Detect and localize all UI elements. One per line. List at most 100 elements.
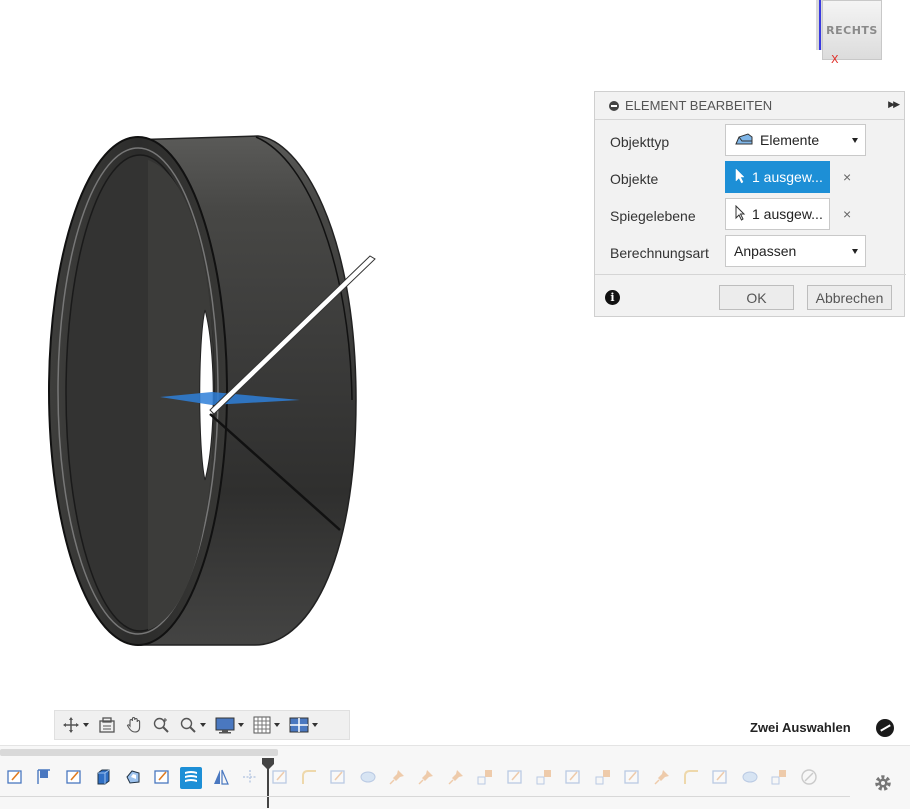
label-mirror-plane: Spiegelebene <box>610 208 696 224</box>
objects-selection[interactable]: 1 ausgew... <box>725 161 830 193</box>
chevron-down-icon <box>238 723 244 727</box>
grid-icon <box>253 716 271 734</box>
look-at-button[interactable] <box>95 714 119 736</box>
display-settings-button[interactable] <box>212 714 247 736</box>
joint-icon <box>476 768 494 789</box>
object-type-value: Elemente <box>760 132 820 148</box>
sketch-icon <box>153 768 171 789</box>
timeline-item[interactable] <box>4 767 26 789</box>
grid-button[interactable] <box>250 714 283 736</box>
timeline-item[interactable] <box>327 767 349 789</box>
fit-icon <box>180 717 196 733</box>
timeline-item[interactable] <box>768 767 790 789</box>
pan-icon <box>126 716 141 733</box>
label-object-type: Objekttyp <box>610 134 670 150</box>
sketch-icon <box>329 768 347 789</box>
gear-icon[interactable] <box>872 772 894 794</box>
timeline-item[interactable] <box>504 767 526 789</box>
label-objects: Objekte <box>610 171 659 187</box>
viewcube[interactable]: RECHTS X <box>812 0 892 68</box>
pin-icon <box>417 768 435 789</box>
sketch-icon <box>6 768 24 789</box>
selection-filter-icon[interactable] <box>876 719 894 737</box>
timeline-item[interactable] <box>709 767 731 789</box>
x-axis-label: X <box>831 53 839 66</box>
chevron-down-icon <box>83 723 89 727</box>
selection-status: Zwei Auswahlen <box>750 720 851 735</box>
timeline-item[interactable] <box>562 767 584 789</box>
expand-icon[interactable]: ▶▶ <box>888 99 900 110</box>
timeline-item[interactable] <box>63 767 85 789</box>
timeline-item[interactable] <box>474 767 496 789</box>
row-object-type: Objekttyp Elemente <box>595 124 906 160</box>
mirror-dialog: ELEMENT BEARBEITEN ▶▶ Objekttyp Elemente… <box>594 91 906 318</box>
fit-button[interactable] <box>176 714 209 736</box>
joint-icon <box>770 768 788 789</box>
timeline-item[interactable] <box>445 767 467 789</box>
chevron-down-icon <box>852 249 858 254</box>
timeline-item[interactable] <box>651 767 673 789</box>
timeline-ruler <box>0 796 850 807</box>
mirror-icon <box>212 768 230 789</box>
timeline-item[interactable] <box>739 767 761 789</box>
pin-icon <box>653 768 671 789</box>
timeline-item[interactable] <box>298 767 320 789</box>
navigation-toolbar <box>54 710 350 740</box>
timeline-item[interactable] <box>33 767 55 789</box>
joint-icon <box>594 768 612 789</box>
compute-type-value: Anpassen <box>734 243 797 259</box>
object-type-select[interactable]: Elemente <box>725 124 866 156</box>
row-compute-type: Berechnungsart Anpassen <box>595 235 906 271</box>
label-compute-type: Berechnungsart <box>610 245 709 261</box>
sketch-icon <box>623 768 641 789</box>
fillet-icon <box>300 768 318 789</box>
collapse-icon[interactable] <box>609 100 619 111</box>
plane-icon <box>35 768 53 789</box>
timeline-item[interactable] <box>92 767 114 789</box>
timeline-item[interactable] <box>239 767 261 789</box>
timeline-item[interactable] <box>180 767 203 789</box>
timeline-item[interactable] <box>533 767 555 789</box>
cursor-icon <box>734 167 746 187</box>
cursor-icon <box>734 204 746 224</box>
timeline-item[interactable] <box>386 767 408 789</box>
timeline-item[interactable] <box>592 767 614 789</box>
joint-icon <box>535 768 553 789</box>
cancel-button[interactable]: Abbrechen <box>807 285 892 310</box>
timeline-item[interactable] <box>680 767 702 789</box>
mirror-feature-icon <box>182 768 200 789</box>
mirror-plane-selection[interactable]: 1 ausgew... <box>725 198 830 230</box>
timeline-item[interactable] <box>415 767 437 789</box>
dialog-footer: i OK Abbrechen <box>595 274 906 318</box>
timeline-item[interactable] <box>122 767 144 789</box>
clear-mirror-plane-button[interactable]: × <box>843 206 851 222</box>
compute-type-select[interactable]: Anpassen <box>725 235 866 267</box>
z-axis-icon <box>819 0 821 50</box>
row-objects: Objekte 1 ausgew... × <box>595 161 906 197</box>
zoom-button[interactable] <box>149 714 173 736</box>
loft-icon <box>741 768 759 789</box>
timeline-item[interactable] <box>210 767 232 789</box>
info-icon[interactable]: i <box>605 290 620 305</box>
viewcube-face-right[interactable]: RECHTS <box>822 0 882 60</box>
timeline-item[interactable] <box>151 767 173 789</box>
display-settings-icon <box>215 717 235 734</box>
timeline-items <box>4 766 827 790</box>
clear-objects-button[interactable]: × <box>843 169 851 185</box>
row-mirror-plane: Spiegelebene 1 ausgew... × <box>595 198 906 234</box>
orbit-button[interactable] <box>59 714 92 736</box>
timeline-scrollbar[interactable] <box>0 749 278 756</box>
mirror-plane-value: 1 ausgew... <box>752 206 823 222</box>
sketch-icon <box>711 768 729 789</box>
orbit-icon <box>63 717 79 733</box>
extrude-icon <box>94 768 112 789</box>
timeline-item[interactable] <box>798 767 820 789</box>
shell-icon <box>124 768 142 789</box>
pan-button[interactable] <box>122 714 146 736</box>
bodies-icon <box>734 131 754 150</box>
timeline-item[interactable] <box>357 767 379 789</box>
viewports-button[interactable] <box>286 714 321 736</box>
zoom-icon <box>153 717 169 733</box>
timeline-item[interactable] <box>621 767 643 789</box>
ok-button[interactable]: OK <box>719 285 794 310</box>
